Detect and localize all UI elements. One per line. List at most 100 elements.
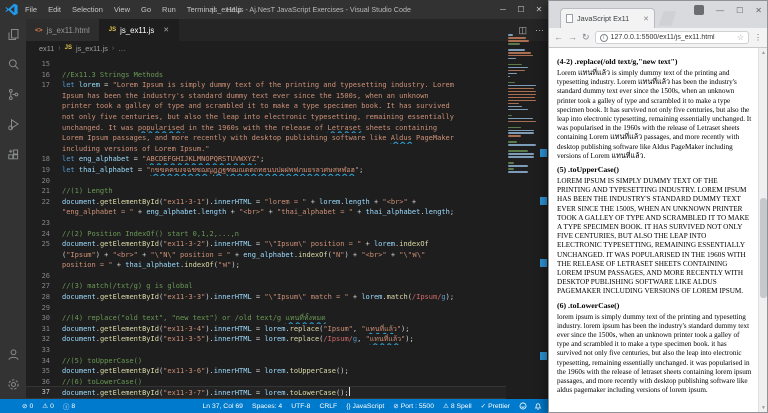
status-encoding[interactable]: UTF-8 [291,403,310,410]
breadcrumb-folder[interactable]: ex11 [39,44,54,53]
code-line: 18let eng_alphabet = "ABCDEFGHIJKLMNOPQR… [26,154,506,165]
menu-file[interactable]: File [25,5,37,14]
chevron-right-icon: › [58,45,60,52]
scroll-down-icon[interactable]: ▼ [759,403,768,412]
minimize-icon[interactable]: ─ [494,0,512,19]
overview-ruler[interactable] [539,19,547,399]
line-number: 25 [26,239,62,250]
status-indentation[interactable]: Spaces: 4 [252,403,282,410]
search-icon[interactable] [0,49,26,79]
menu-go[interactable]: Go [141,5,151,14]
line-number: 21 [26,186,62,197]
run-debug-icon[interactable] [0,109,26,139]
line-number: 30 [26,313,62,324]
line-number: 28 [26,292,62,303]
reload-icon[interactable]: ↻ [582,33,590,42]
info-marker [540,149,547,157]
tab-close-icon[interactable]: ✕ [643,15,649,23]
breadcrumb-symbol[interactable]: … [118,44,125,53]
code-line: 34//(5) toUpperCase() [26,356,506,367]
vscode-window: FileEditSelectionViewGoRunTerminalHelp j… [0,0,548,413]
minimize-icon[interactable]: — [716,6,724,15]
browser-scrollbar[interactable]: ▲ ▼ [758,48,767,412]
feedback-icon[interactable] [519,402,527,410]
status-info-count[interactable]: ⓘ8 [63,401,75,411]
status-bar: ⊘0⚠0ⓘ8 Ln 37, Col 69Spaces: 4UTF-8CRLF{}… [0,399,548,413]
profile-avatar[interactable] [694,5,704,15]
section-heading: (4-2) .replace(/old text/g,"new text") [557,57,752,66]
line-number [26,133,62,144]
minimap[interactable] [508,34,538,234]
section-heading: (6) .toLowerCase() [557,301,752,310]
status-spell-checker[interactable]: ⚠8 Spell [443,402,472,410]
info-count-icon: ⓘ [63,401,70,411]
status-live-server-port[interactable]: ⊘Port : 5500 [393,402,434,410]
maximize-icon[interactable]: ☐ [512,0,530,19]
browser-window: JavaScript Ex11 ✕ — ☐ ✕ ← → ↻ i 127.0.0.… [548,0,768,413]
code-line: 16//Ex11.3 Strings Methods [26,70,506,81]
line-number [26,207,62,218]
breadcrumb-file[interactable]: js_ex11.js [76,44,108,53]
notifications-bell-icon[interactable] [534,402,542,410]
back-icon[interactable]: ← [554,33,563,42]
status-cursor-position[interactable]: Ln 37, Col 69 [203,403,243,410]
language-mode-icon: {} [346,403,350,410]
line-number: 29 [26,303,62,314]
status-warnings-count[interactable]: ⚠0 [42,402,54,410]
live-server-port-label: Port : 5500 [401,403,434,410]
menu-terminal[interactable]: Terminal [187,5,215,14]
tab-close-icon[interactable]: ✕ [163,26,169,34]
info-count-label: 8 [71,403,75,410]
url-text: 127.0.0.1:5500/ex11/js_ex11.html [611,34,734,41]
scrollbar-thumb[interactable] [760,198,767,298]
line-number [26,91,62,102]
errors-count-icon: ⊘ [22,402,27,410]
account-icon[interactable] [0,339,26,369]
menu-edit[interactable]: Edit [48,5,61,14]
address-bar[interactable]: i 127.0.0.1:5500/ex11/js_ex11.html ☆ [595,31,749,44]
section-paragraph: LOREM IPSUM IS SIMPLY DUMMY TEXT OF THE … [557,177,752,297]
forward-icon[interactable]: → [568,33,577,42]
language-mode-label: JavaScript [353,403,385,410]
menu-run[interactable]: Run [162,5,176,14]
line-number: 17 [26,80,62,91]
close-icon[interactable]: ✕ [530,0,548,19]
browser-menu-icon[interactable]: ⋮ [754,33,762,42]
live-server-port-icon: ⊘ [393,402,398,410]
menu-view[interactable]: View [114,5,130,14]
code-line: 17let lorem = "Lorem Ipsum is simply dum… [26,80,506,91]
browser-tab[interactable]: JavaScript Ex11 ✕ [560,8,655,28]
tab-js-ex11-js[interactable]: JS js_ex11.js ✕ [100,19,179,41]
line-number [26,112,62,123]
breadcrumb[interactable]: ex11 › JS js_ex11.js › … [26,41,548,55]
warnings-count-label: 0 [50,403,54,410]
new-tab-button[interactable] [659,11,677,26]
problems-summary[interactable]: ⊘0⚠0ⓘ8 [22,401,75,411]
close-icon[interactable]: ✕ [755,6,762,15]
editor-tab-bar: <> js_ex11.html JS js_ex11.js ✕ ◫ ⋯ [26,19,548,41]
status-prettier[interactable]: ✓Prettier [481,402,510,410]
status-eol[interactable]: CRLF [319,403,337,410]
line-number: 34 [26,356,62,367]
status-language-mode[interactable]: {}JavaScript [346,403,384,410]
scroll-up-icon[interactable]: ▲ [759,48,768,57]
line-number: 23 [26,218,62,229]
menu-selection[interactable]: Selection [72,5,103,14]
code-line: printer took a galley of type and scramb… [26,101,506,112]
explorer-icon[interactable] [0,19,26,49]
errors-count-label: 0 [29,403,33,410]
status-errors-count[interactable]: ⊘0 [22,402,33,410]
code-editor[interactable]: 1516//Ex11.3 Strings Methods17let lorem … [26,55,506,399]
site-info-icon[interactable]: i [600,34,608,42]
source-control-icon[interactable] [0,79,26,109]
line-number: 37 [26,387,62,398]
code-line: "eng_alphabet = " + eng_alphabet.length … [26,207,506,218]
maximize-icon[interactable]: ☐ [736,6,743,15]
menu-bar: FileEditSelectionViewGoRunTerminalHelp [25,5,242,14]
settings-gear-icon[interactable] [0,369,26,399]
code-line: 32document.getElementById("ex11-3-5").in… [26,334,506,345]
line-number: 36 [26,377,62,388]
tab-js-ex11-html[interactable]: <> js_ex11.html [26,19,100,41]
extensions-icon[interactable] [0,139,26,169]
bookmark-star-icon[interactable]: ☆ [737,33,744,42]
